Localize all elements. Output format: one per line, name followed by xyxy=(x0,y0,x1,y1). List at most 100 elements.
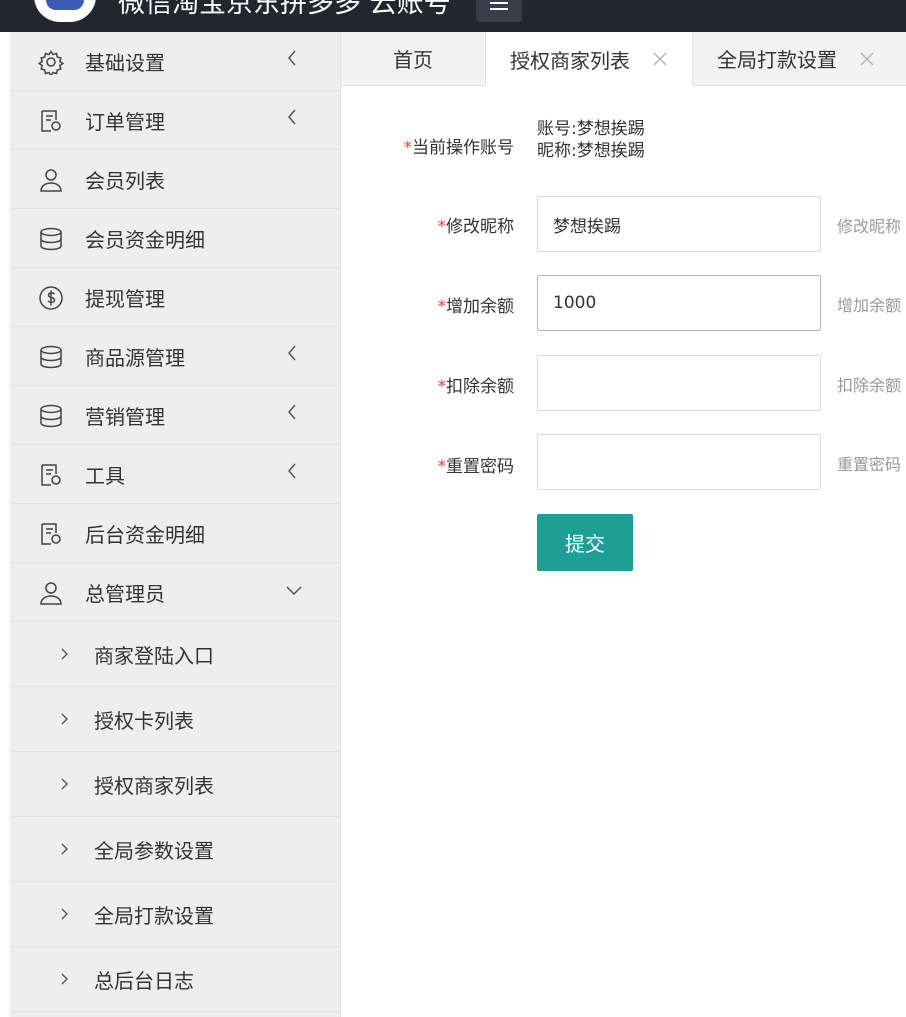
submenu-auth-merchants[interactable]: 授权商家列表 xyxy=(10,752,340,817)
top-header: 微信淘宝京东拼多多 云账号 xyxy=(0,0,906,32)
database-icon xyxy=(40,345,62,369)
sidebar-item-label: 基础设置 xyxy=(85,50,165,75)
tab-label: 全局打款设置 xyxy=(717,48,837,72)
chevron-left-icon xyxy=(288,463,296,479)
sidebar-item-orders[interactable]: 订单管理 xyxy=(10,91,340,150)
chevron-right-icon xyxy=(61,973,68,985)
chevron-right-icon xyxy=(61,713,68,725)
submenu-auth-cards[interactable]: 授权卡列表 xyxy=(10,687,340,752)
sidebar-item-label: 后台资金明细 xyxy=(85,522,205,547)
sidebar-item-basic-settings[interactable]: 基础设置 xyxy=(10,32,340,91)
gear-icon xyxy=(38,50,64,75)
add-balance-label: *增加余额 xyxy=(438,292,515,317)
submenu-admin-logs[interactable]: 总后台日志 xyxy=(10,947,340,1012)
hamburger-icon xyxy=(490,0,508,14)
sidebar-item-backend-funds[interactable]: 后台资金明细 xyxy=(10,504,340,563)
required-mark: * xyxy=(437,297,447,317)
tab-home[interactable]: 首页 xyxy=(341,32,485,85)
sidebar-item-label: 总管理员 xyxy=(85,581,165,606)
deduct-balance-hint: 扣除余额 xyxy=(837,376,902,395)
database-icon xyxy=(40,404,62,428)
tab-auth-merchants[interactable]: 授权商家列表 xyxy=(485,32,693,86)
sidebar-item-marketing[interactable]: 营销管理 xyxy=(10,386,340,445)
document-icon xyxy=(41,464,61,486)
tab-bar: 首页 授权商家列表 全局打款设置 xyxy=(341,32,906,86)
submenu-label: 全局打款设置 xyxy=(94,903,214,928)
tab-label: 首页 xyxy=(393,48,433,72)
user-icon xyxy=(40,582,62,605)
submenu-label: 商家登陆入口 xyxy=(94,643,214,668)
sidebar-item-members[interactable]: 会员列表 xyxy=(10,150,340,209)
nickname-row: *修改昵称 修改昵称 xyxy=(341,196,906,252)
submenu-global-params[interactable]: 全局参数设置 xyxy=(10,817,340,882)
chevron-right-icon xyxy=(61,648,68,660)
nickname-input[interactable] xyxy=(537,196,821,252)
required-mark: * xyxy=(437,217,447,237)
nickname-label: *修改昵称 xyxy=(438,212,515,237)
nickname-label-text: 修改昵称 xyxy=(446,217,514,237)
deduct-balance-label-text: 扣除余额 xyxy=(446,377,514,397)
menu-toggle-button[interactable] xyxy=(476,0,522,22)
dollar-icon xyxy=(39,286,63,310)
logo-icon xyxy=(34,0,96,22)
submenu-label: 总后台日志 xyxy=(94,968,194,993)
account-label: *当前操作账号 xyxy=(404,133,515,158)
database-icon xyxy=(40,227,62,251)
submenu-label: 授权卡列表 xyxy=(94,708,194,733)
sidebar-item-label: 商品源管理 xyxy=(85,345,185,370)
sidebar-item-tools[interactable]: 工具 xyxy=(10,445,340,504)
sidebar-item-label: 提现管理 xyxy=(85,286,165,311)
sidebar-item-member-funds[interactable]: 会员资金明细 xyxy=(10,209,340,268)
chevron-left-icon xyxy=(288,404,296,420)
chevron-left-icon xyxy=(288,109,296,125)
chevron-right-icon xyxy=(61,778,68,790)
submenu-label: 全局参数设置 xyxy=(94,838,214,863)
sidebar-item-label: 订单管理 xyxy=(85,109,165,134)
document-icon xyxy=(41,110,61,132)
add-balance-row: *增加余额 增加余额 xyxy=(341,275,906,331)
nickname-hint: 修改昵称 xyxy=(837,217,902,236)
reset-password-label: *重置密码 xyxy=(438,452,515,477)
account-info: 账号:梦想挨踢 昵称:梦想挨踢 xyxy=(537,118,645,162)
user-icon xyxy=(40,169,62,192)
chevron-right-icon xyxy=(61,843,68,855)
tab-label: 授权商家列表 xyxy=(510,48,630,73)
sidebar-item-label: 营销管理 xyxy=(85,404,165,429)
account-label-text: 当前操作账号 xyxy=(412,138,514,158)
sidebar-item-label: 会员列表 xyxy=(85,168,165,193)
add-balance-label-text: 增加余额 xyxy=(446,297,514,317)
submenu-label: 授权商家列表 xyxy=(94,773,214,798)
deduct-balance-input[interactable] xyxy=(537,355,821,411)
chevron-down-icon xyxy=(286,586,302,596)
app-title: 微信淘宝京东拼多多 云账号 xyxy=(118,0,451,19)
close-icon[interactable] xyxy=(859,51,875,67)
sidebar: 基础设置 订单管理 会员列表 会员资金明细 提现管理 商品源管理 营销管理 工具… xyxy=(10,32,341,1017)
add-balance-input[interactable] xyxy=(537,275,821,331)
close-icon[interactable] xyxy=(652,51,668,67)
tab-global-payout[interactable]: 全局打款设置 xyxy=(693,32,906,85)
submit-button[interactable]: 提交 xyxy=(537,514,633,571)
chevron-right-icon xyxy=(61,908,68,920)
deduct-balance-label: *扣除余额 xyxy=(438,372,515,397)
account-id: 账号:梦想挨踢 xyxy=(537,119,645,139)
deduct-balance-row: *扣除余额 扣除余额 xyxy=(341,355,906,411)
reset-password-hint: 重置密码 xyxy=(837,455,902,474)
required-mark: * xyxy=(403,138,413,158)
sidebar-item-label: 会员资金明细 xyxy=(85,227,205,252)
submenu-global-payout[interactable]: 全局打款设置 xyxy=(10,882,340,947)
add-balance-hint: 增加余额 xyxy=(837,296,902,315)
sidebar-item-withdrawals[interactable]: 提现管理 xyxy=(10,268,340,327)
required-mark: * xyxy=(437,457,447,477)
reset-password-row: *重置密码 重置密码 xyxy=(341,434,906,490)
document-icon xyxy=(41,523,61,545)
reset-password-label-text: 重置密码 xyxy=(446,457,514,477)
sidebar-item-product-sources[interactable]: 商品源管理 xyxy=(10,327,340,386)
chevron-left-icon xyxy=(288,345,296,361)
sidebar-item-super-admin[interactable]: 总管理员 xyxy=(10,563,340,622)
sidebar-item-label: 工具 xyxy=(85,463,125,488)
required-mark: * xyxy=(437,377,447,397)
reset-password-input[interactable] xyxy=(537,434,821,490)
chevron-left-icon xyxy=(288,50,296,66)
account-nickname: 昵称:梦想挨踢 xyxy=(537,141,645,161)
submenu-merchant-login[interactable]: 商家登陆入口 xyxy=(10,622,340,687)
